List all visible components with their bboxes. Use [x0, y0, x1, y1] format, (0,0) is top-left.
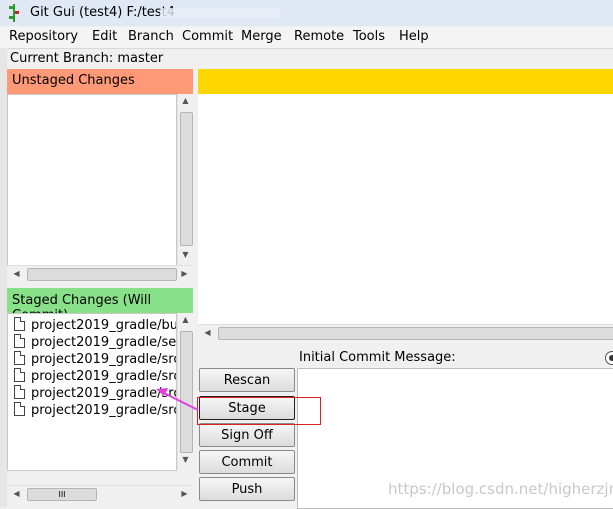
diff-header	[198, 69, 613, 94]
staged-file-name: project2019_gradle/build	[31, 318, 177, 333]
staged-file-name: project2019_gradle/setti	[31, 335, 177, 350]
staged-changes-header: Staged Changes (Will Commit)	[7, 288, 193, 323]
unstaged-hscroll-thumb[interactable]	[27, 268, 177, 281]
unstaged-horizontal-scrollbar[interactable]: ◀ ▶	[7, 265, 193, 283]
file-icon	[14, 334, 25, 348]
file-icon	[14, 351, 25, 365]
diff-hscroll-thumb[interactable]	[218, 327, 613, 340]
window-title: Git Gui (test4) F:/test4	[30, 5, 175, 20]
menu-repository[interactable]: Repository	[9, 29, 78, 44]
diff-horizontal-scrollbar[interactable]: ◀	[198, 324, 613, 342]
menu-help[interactable]: Help	[399, 29, 429, 44]
window-left-edge	[0, 48, 7, 507]
current-branch-label: Current Branch: master	[10, 51, 164, 66]
file-icon	[14, 368, 25, 382]
scroll-left-arrow-icon[interactable]: ◀	[9, 489, 24, 498]
unstaged-changes-title: Unstaged Changes	[12, 73, 135, 88]
annotation-arrow-icon	[156, 388, 199, 411]
sign-off-button[interactable]: Sign Off	[199, 423, 295, 447]
commit-message-label: Initial Commit Message:	[299, 350, 456, 365]
scroll-left-arrow-icon[interactable]: ◀	[200, 328, 215, 337]
file-icon	[14, 402, 25, 416]
menu-commit[interactable]: Commit	[182, 29, 233, 44]
menu-branch[interactable]: Branch	[128, 29, 174, 44]
unstaged-scroll-thumb[interactable]	[180, 112, 193, 246]
scroll-up-arrow-icon[interactable]: ▲	[178, 96, 193, 105]
push-button[interactable]: Push	[199, 477, 295, 501]
staged-file-item[interactable]: project2019_gradle/setti	[14, 334, 177, 351]
staged-horizontal-scrollbar[interactable]: ◀ III ▶	[7, 485, 193, 503]
scroll-right-arrow-icon[interactable]: ▶	[177, 269, 192, 278]
scroll-down-arrow-icon[interactable]: ▼	[178, 250, 193, 259]
staged-hscroll-thumb[interactable]: III	[27, 488, 97, 501]
menu-edit[interactable]: Edit	[92, 29, 117, 44]
menu-remote[interactable]: Remote	[294, 29, 344, 44]
staged-file-item[interactable]: project2019_gradle/build	[14, 317, 177, 334]
scroll-left-arrow-icon[interactable]: ◀	[9, 269, 24, 278]
scroll-down-arrow-icon[interactable]: ▼	[178, 455, 193, 464]
unstaged-vertical-scrollbar[interactable]: ▲ ▼	[177, 94, 194, 264]
title-bar: Git Gui (test4) F:/test4	[0, 0, 613, 26]
file-icon	[14, 317, 25, 331]
menu-merge[interactable]: Merge	[241, 29, 282, 44]
unstaged-changes-header: Unstaged Changes	[7, 69, 193, 94]
menu-tools[interactable]: Tools	[353, 29, 385, 44]
watermark-text: https://blog.csdn.net/higherzjm	[388, 480, 613, 498]
scroll-up-arrow-icon[interactable]: ▲	[178, 315, 193, 324]
blurred-title-region	[160, 8, 280, 18]
staged-file-item[interactable]: project2019_gradle/src/r	[14, 351, 177, 368]
file-icon	[14, 385, 25, 399]
commit-button[interactable]: Commit	[199, 450, 295, 474]
new-commit-radio[interactable]	[605, 351, 613, 365]
staged-file-name: project2019_gradle/src/r	[31, 352, 177, 367]
diff-view[interactable]	[198, 94, 613, 324]
unstaged-file-list[interactable]	[7, 94, 177, 266]
git-gui-app-icon	[9, 4, 19, 22]
scroll-right-arrow-icon[interactable]: ▶	[177, 489, 192, 498]
menu-bar: Repository Edit Branch Commit Merge Remo…	[0, 27, 613, 49]
